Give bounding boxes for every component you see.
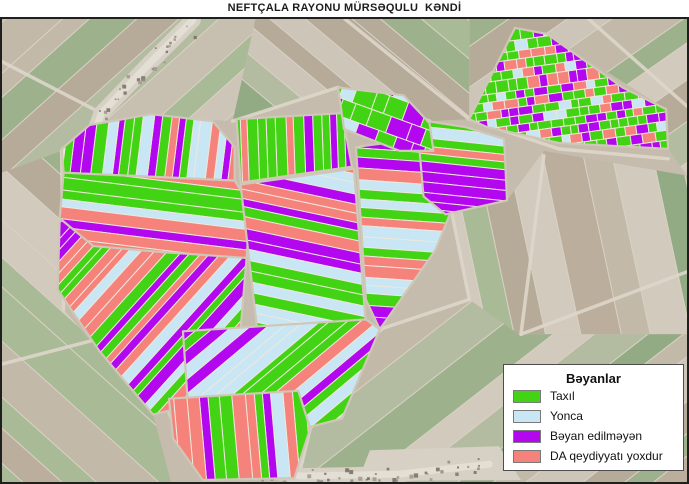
legend-label: Taxıl [550,389,575,403]
legend: Bəyanlar Taxıl Yonca Bəyan edilməyən DA qey… [503,364,684,471]
legend-title: Bəyanlar [504,371,683,386]
legend-label: DA qeydiyyatı yoxdur [550,449,663,463]
legend-item: Taxıl [513,389,683,403]
legend-item: DA qeydiyyatı yoxdur [513,449,683,463]
legend-items: Taxıl Yonca Bəyan edilməyən DA qeydiyyatı y… [504,389,683,463]
page-title: NEFTÇALA RAYONU MÜRSƏQULU KƏNDİ [0,0,689,17]
legend-swatch-blue [513,410,541,423]
legend-label: Bəyan edilməyən [550,429,642,443]
legend-swatch-salmon [513,450,541,463]
legend-swatch-purple [513,430,541,443]
map-canvas: Bəyanlar Taxıl Yonca Bəyan edilməyən DA qey… [0,17,689,484]
map-document: NEFTÇALA RAYONU MÜRSƏQULU KƏNDİ Bəyanlar… [0,0,689,484]
legend-swatch-green [513,390,541,403]
legend-label: Yonca [550,409,583,423]
legend-item: Yonca [513,409,683,423]
legend-item: Bəyan edilməyən [513,429,683,443]
